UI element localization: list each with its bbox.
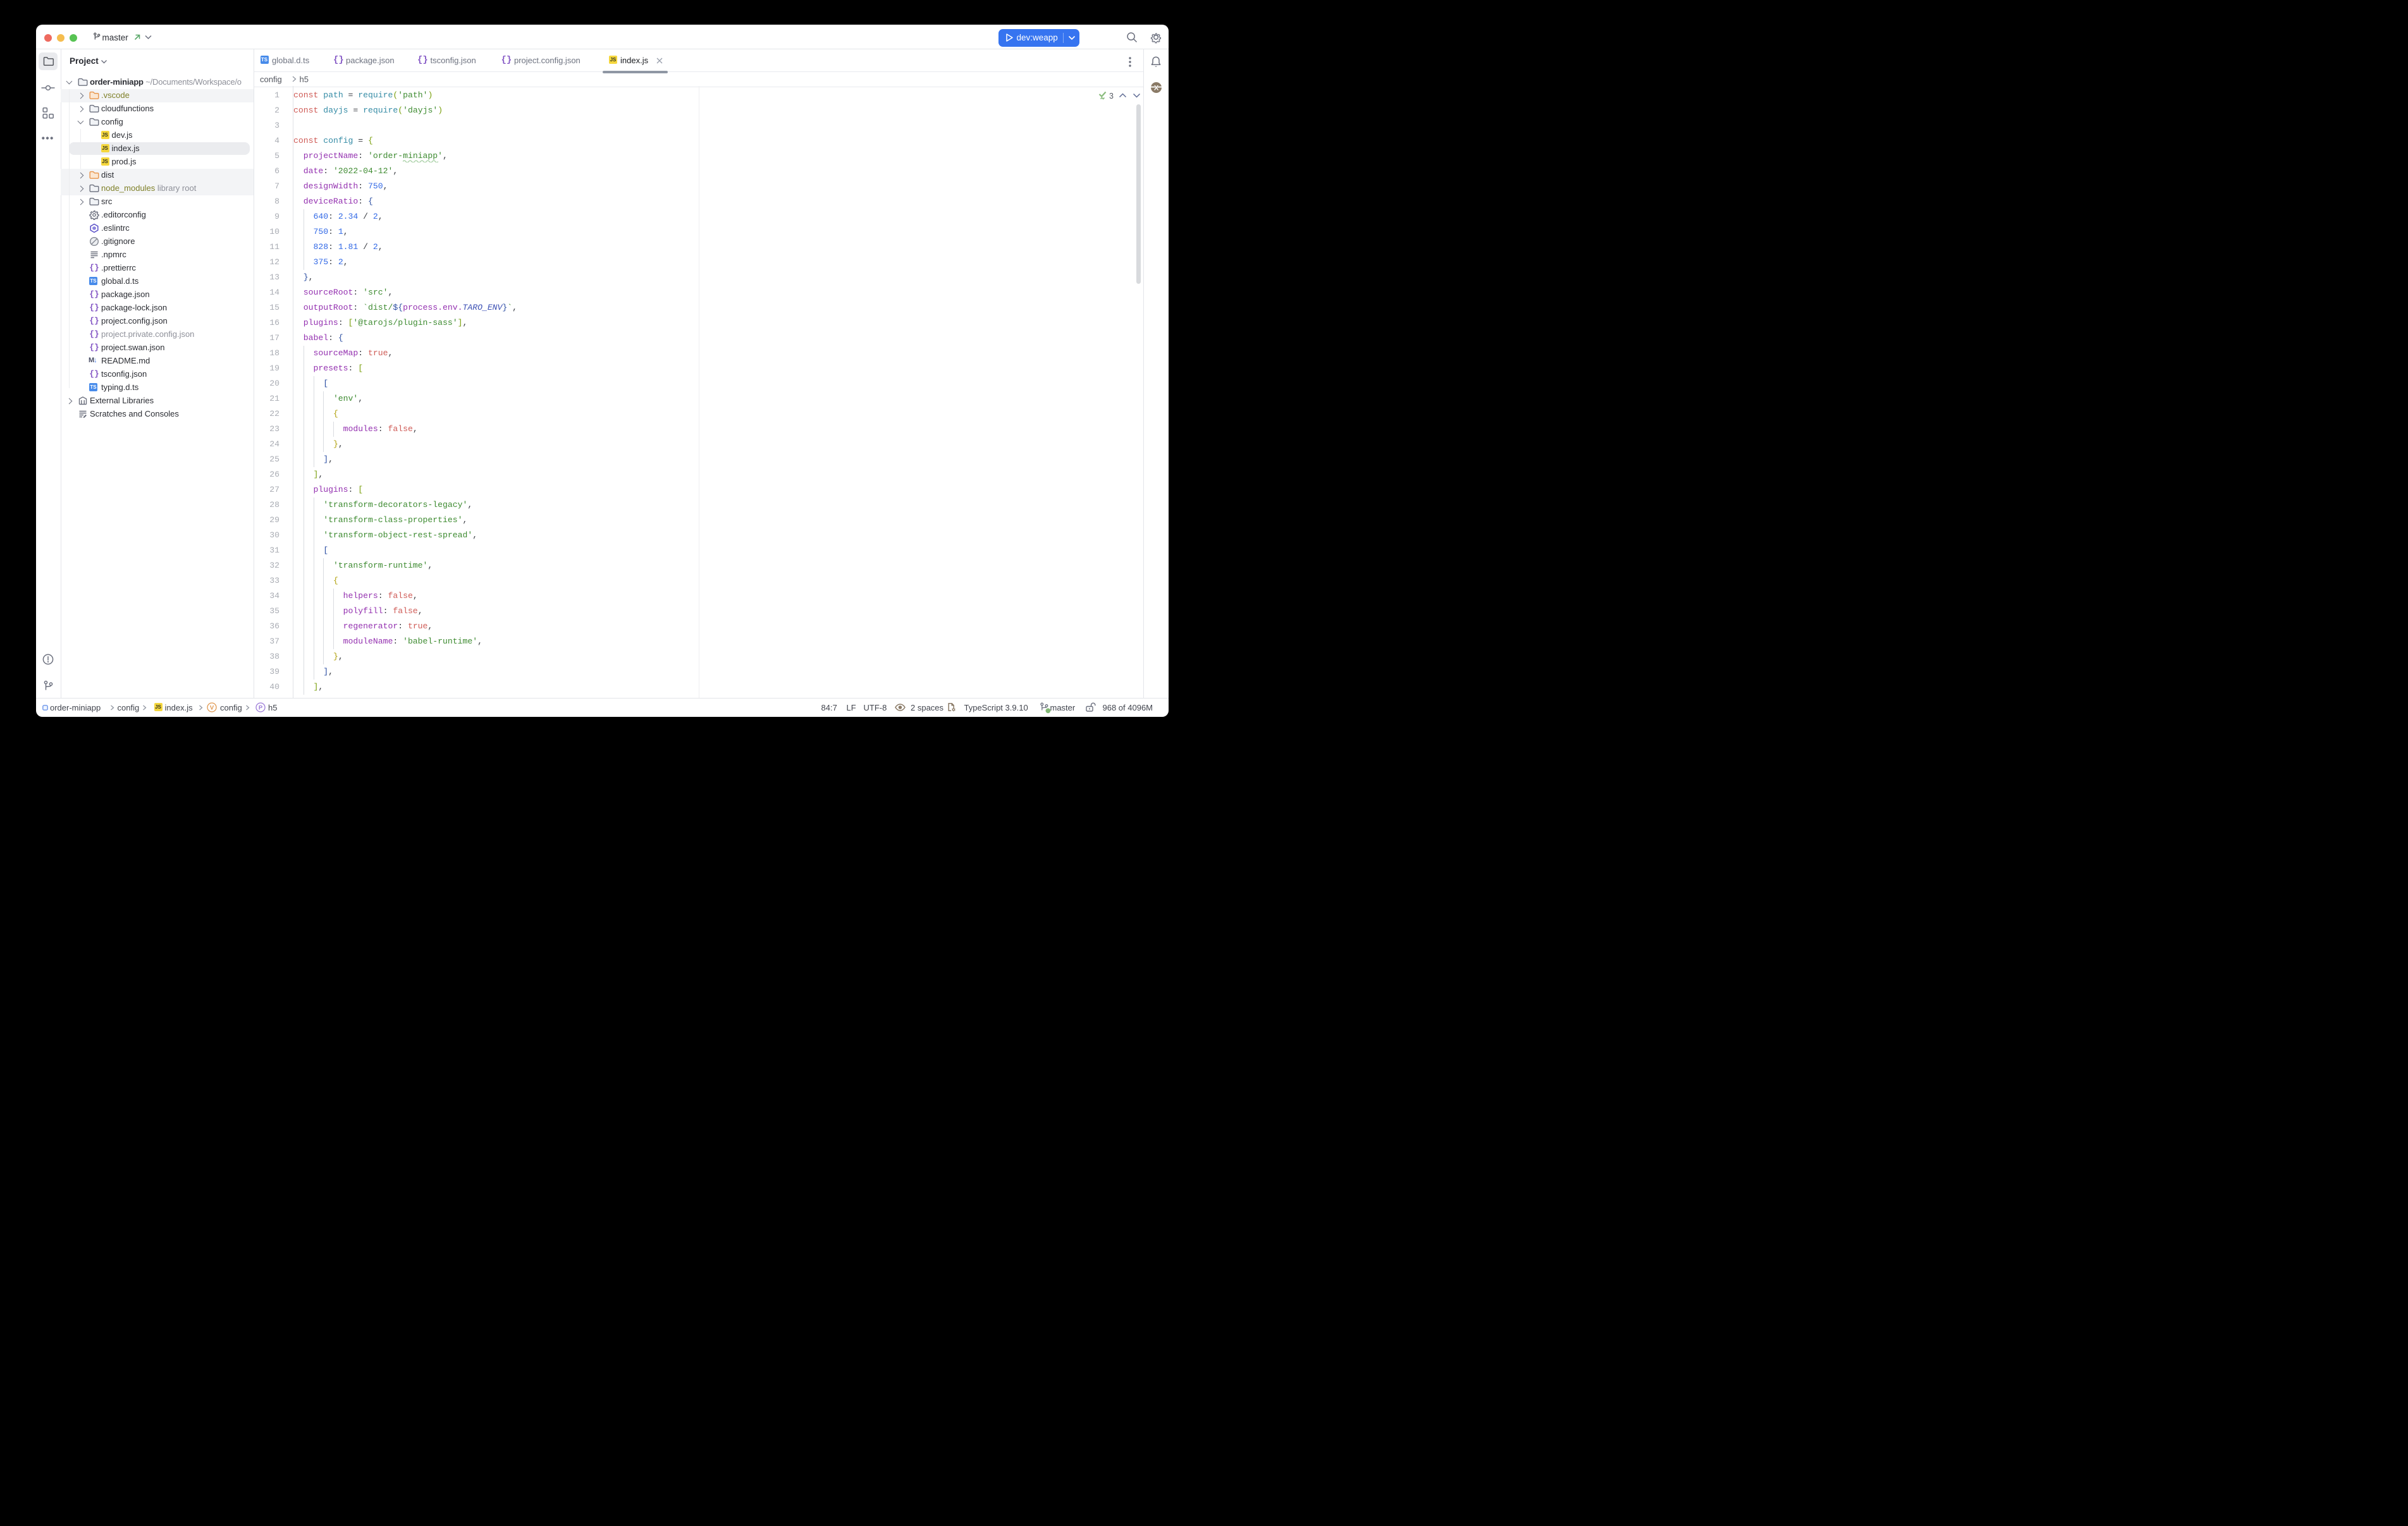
svg-text:P: P: [259, 704, 263, 711]
svg-text:V: V: [210, 704, 214, 711]
svg-text:X: X: [1154, 85, 1159, 92]
